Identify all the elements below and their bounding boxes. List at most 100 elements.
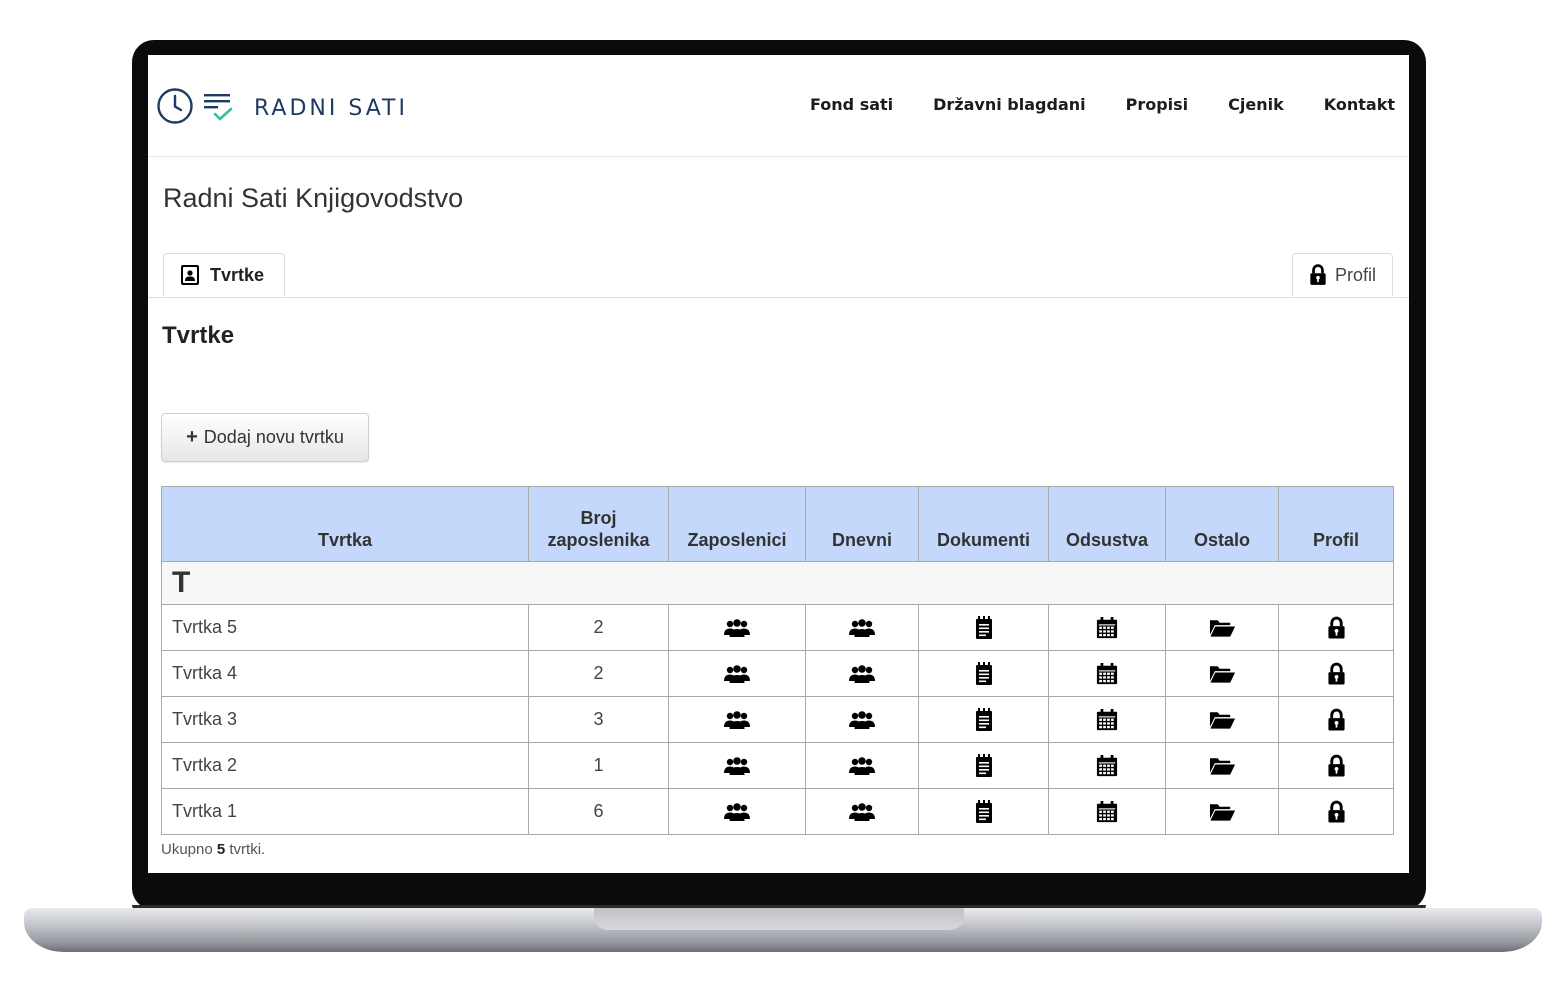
folder-open-icon[interactable] bbox=[1209, 664, 1236, 684]
cell-other[interactable] bbox=[1165, 742, 1279, 789]
lock-icon[interactable] bbox=[1327, 708, 1346, 732]
cell-profile[interactable] bbox=[1278, 742, 1394, 789]
folder-open-icon[interactable] bbox=[1209, 710, 1236, 730]
users-icon[interactable] bbox=[723, 618, 751, 638]
document-icon[interactable] bbox=[975, 616, 993, 640]
brand-logo[interactable]: RADNI SATI bbox=[156, 87, 408, 130]
cell-documents[interactable] bbox=[918, 742, 1049, 789]
col-header-firm[interactable]: Tvrtka bbox=[161, 486, 529, 562]
firm-name[interactable]: Tvrtka 3 bbox=[161, 696, 529, 743]
calendar-icon[interactable] bbox=[1096, 616, 1118, 640]
table-row: Tvrtka 33 bbox=[161, 696, 1394, 743]
col-header-other: Ostalo bbox=[1165, 486, 1279, 562]
total-count: 5 bbox=[216, 841, 226, 858]
document-icon[interactable] bbox=[975, 754, 993, 778]
total-prefix: Ukupno bbox=[161, 841, 213, 858]
nav-propisi[interactable]: Propisi bbox=[1126, 95, 1189, 114]
cell-absences[interactable] bbox=[1048, 742, 1166, 789]
users-icon[interactable] bbox=[723, 664, 751, 684]
cell-employees[interactable] bbox=[668, 604, 806, 651]
cell-profile[interactable] bbox=[1278, 604, 1394, 651]
plus-icon: + bbox=[186, 426, 198, 448]
lock-icon[interactable] bbox=[1327, 616, 1346, 640]
cell-profile[interactable] bbox=[1278, 650, 1394, 697]
cell-other[interactable] bbox=[1165, 650, 1279, 697]
cell-employees[interactable] bbox=[668, 742, 806, 789]
group-letter: T bbox=[161, 561, 1394, 605]
cell-employees[interactable] bbox=[668, 650, 806, 697]
users-icon[interactable] bbox=[723, 756, 751, 776]
cell-documents[interactable] bbox=[918, 788, 1049, 835]
cell-employees[interactable] bbox=[668, 696, 806, 743]
total-suffix: tvrtki. bbox=[229, 841, 266, 858]
add-firm-label: Dodaj novu tvrtku bbox=[203, 427, 344, 447]
firm-name[interactable]: Tvrtka 1 bbox=[161, 788, 529, 835]
site-header: RADNI SATI Fond sati Državni blagdani Pr… bbox=[148, 55, 1409, 157]
cell-daily[interactable] bbox=[805, 788, 919, 835]
users-icon[interactable] bbox=[723, 802, 751, 822]
cell-profile[interactable] bbox=[1278, 696, 1394, 743]
clock-icon bbox=[156, 87, 194, 130]
cell-documents[interactable] bbox=[918, 604, 1049, 651]
brand-name: RADNI SATI bbox=[254, 96, 408, 121]
document-icon[interactable] bbox=[975, 662, 993, 686]
folder-open-icon[interactable] bbox=[1209, 802, 1236, 822]
laptop-base-notch bbox=[594, 908, 964, 930]
firm-name[interactable]: Tvrtka 5 bbox=[161, 604, 529, 651]
cell-daily[interactable] bbox=[805, 696, 919, 743]
cell-absences[interactable] bbox=[1048, 650, 1166, 697]
calendar-icon[interactable] bbox=[1096, 800, 1118, 824]
users-icon[interactable] bbox=[848, 664, 876, 684]
col-header-employee-count[interactable]: Broj zaposlenika bbox=[528, 486, 669, 562]
nav-kontakt[interactable]: Kontakt bbox=[1324, 95, 1395, 114]
firm-name[interactable]: Tvrtka 2 bbox=[161, 742, 529, 789]
employee-count: 2 bbox=[528, 604, 669, 651]
cell-employees[interactable] bbox=[668, 788, 806, 835]
employee-count: 3 bbox=[528, 696, 669, 743]
firm-name[interactable]: Tvrtka 4 bbox=[161, 650, 529, 697]
folder-open-icon[interactable] bbox=[1209, 618, 1236, 638]
tabs-divider bbox=[148, 297, 1409, 298]
cell-absences[interactable] bbox=[1048, 604, 1166, 651]
tab-firms[interactable]: Tvrtke bbox=[163, 253, 285, 297]
laptop-screen: RADNI SATI Fond sati Državni blagdani Pr… bbox=[148, 55, 1409, 873]
document-icon[interactable] bbox=[975, 708, 993, 732]
cell-other[interactable] bbox=[1165, 604, 1279, 651]
tab-profile-label: Profil bbox=[1334, 264, 1376, 285]
main-nav: Fond sati Državni blagdani Propisi Cjeni… bbox=[770, 95, 1395, 114]
lock-icon[interactable] bbox=[1327, 800, 1346, 824]
document-icon[interactable] bbox=[975, 800, 993, 824]
users-icon[interactable] bbox=[848, 710, 876, 730]
users-icon[interactable] bbox=[848, 756, 876, 776]
cell-other[interactable] bbox=[1165, 696, 1279, 743]
calendar-icon[interactable] bbox=[1096, 754, 1118, 778]
users-icon[interactable] bbox=[848, 802, 876, 822]
cell-other[interactable] bbox=[1165, 788, 1279, 835]
cell-absences[interactable] bbox=[1048, 696, 1166, 743]
tab-profile[interactable]: Profil bbox=[1292, 253, 1393, 297]
cell-profile[interactable] bbox=[1278, 788, 1394, 835]
employee-count: 6 bbox=[528, 788, 669, 835]
lock-icon bbox=[1309, 264, 1327, 286]
cell-documents[interactable] bbox=[918, 696, 1049, 743]
total-count-note: Ukupno 5 tvrtki. bbox=[161, 841, 265, 858]
add-firm-button[interactable]: + Dodaj novu tvrtku bbox=[161, 413, 369, 462]
cell-absences[interactable] bbox=[1048, 788, 1166, 835]
lock-icon[interactable] bbox=[1327, 662, 1346, 686]
cell-daily[interactable] bbox=[805, 650, 919, 697]
calendar-icon[interactable] bbox=[1096, 662, 1118, 686]
cell-daily[interactable] bbox=[805, 742, 919, 789]
lock-icon[interactable] bbox=[1327, 754, 1346, 778]
users-icon[interactable] bbox=[723, 710, 751, 730]
nav-fond-sati[interactable]: Fond sati bbox=[810, 95, 893, 114]
page-title: Radni Sati Knjigovodstvo bbox=[163, 183, 464, 213]
cell-daily[interactable] bbox=[805, 604, 919, 651]
folder-open-icon[interactable] bbox=[1209, 756, 1236, 776]
users-icon[interactable] bbox=[848, 618, 876, 638]
calendar-icon[interactable] bbox=[1096, 708, 1118, 732]
table-row: Tvrtka 52 bbox=[161, 604, 1394, 651]
employee-count: 1 bbox=[528, 742, 669, 789]
nav-drzavni-blagdani[interactable]: Državni blagdani bbox=[933, 95, 1085, 114]
nav-cjenik[interactable]: Cjenik bbox=[1228, 95, 1284, 114]
cell-documents[interactable] bbox=[918, 650, 1049, 697]
